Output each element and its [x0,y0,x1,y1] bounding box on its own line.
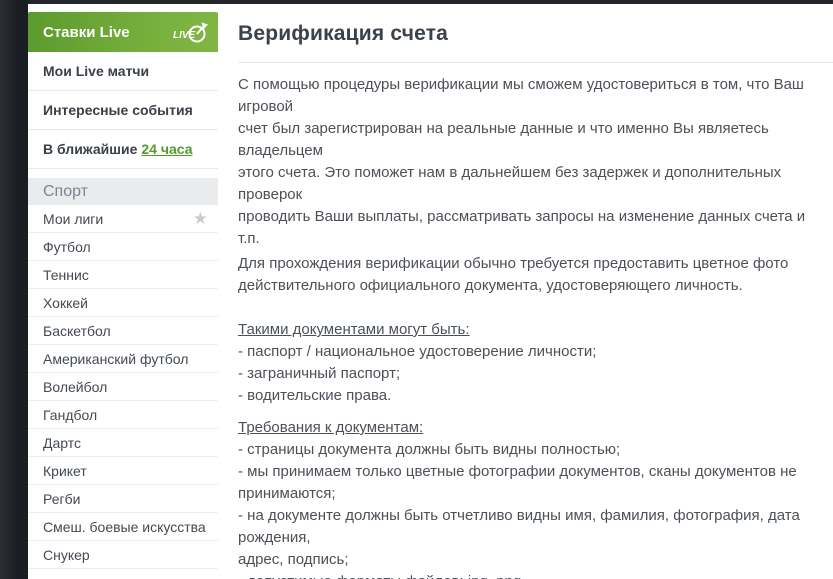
left-dark-rail [0,0,28,579]
page: Ставки Live LIVE Мои Live матчи Интересн… [0,0,833,579]
sidebar-item-label: Волейбол [43,378,108,395]
live-bets-label: Ставки Live [43,23,130,41]
sidebar-item-label: Футбол [43,238,91,255]
sidebar-item-sport[interactable]: Волейбол [28,373,218,401]
upcoming-24h-link[interactable]: 24 часа [141,141,192,157]
sidebar-item-label: Мои лиги [43,210,104,227]
sidebar-item-label: Снукер [43,546,90,563]
sidebar-item-sport[interactable]: Баскетбол [28,317,218,345]
sidebar-item-sport[interactable]: Крикет [28,457,218,485]
main-content: Верификация счета С помощью процедуры ве… [238,4,833,579]
requirements-list: - страницы документа должны быть видны п… [238,441,800,579]
sidebar-item-my-live-matches[interactable]: Мои Live матчи [28,52,218,91]
favorites-star-icon[interactable]: ★ [193,210,208,227]
sidebar-item-upcoming-24h[interactable]: В ближайшие 24 часа [28,130,218,169]
sidebar-item-label: Гандбол [43,406,98,423]
svg-text:LIVE: LIVE [173,30,196,41]
sidebar-item-label: Интересные события [43,102,193,118]
sidebar-item-sport[interactable]: Смеш. боевые искусства [28,513,218,541]
sidebar-item-sport[interactable]: Хоккей [28,289,218,317]
sidebar-item-label: Хоккей [43,294,88,311]
page-title: Верификация счета [238,22,449,45]
upcoming-prefix: В ближайшие [43,141,138,157]
photo-requirement-paragraph: Для прохождения верификации обычно требу… [238,255,789,294]
sidebar-item-sport[interactable]: Снукер [28,541,218,569]
sidebar-item-label: Мои Live матчи [43,63,150,79]
title-divider [238,62,833,63]
sidebar-item-live-bets[interactable]: Ставки Live LIVE [28,12,218,52]
sidebar-item-label: Баскетбол [43,322,111,339]
sidebar-item-label: Теннис [43,266,89,283]
sidebar-item-my-leagues[interactable]: Мои лиги ★ [28,205,218,233]
sidebar-item-sport[interactable]: Гандбол [28,401,218,429]
sidebar-item-sport[interactable]: Теннис [28,261,218,289]
sidebar-item-label: Американский футбол [43,350,189,367]
live-stopwatch-icon: LIVE [172,19,208,45]
sidebar-item-sport[interactable]: Дартс [28,429,218,457]
sidebar: Ставки Live LIVE Мои Live матчи Интересн… [28,4,218,569]
sidebar-item-sport[interactable]: Американский футбол [28,345,218,373]
sidebar-section-sport: Спорт [28,178,218,205]
sidebar-item-sport[interactable]: Регби [28,485,218,513]
documents-list: - паспорт / национальное удостоверение л… [238,343,597,404]
sidebar-item-label: Регби [43,490,81,507]
requirements-heading: Требования к документам: [238,419,424,436]
documents-heading: Такими документами могут быть: [238,321,470,338]
sidebar-item-label: Дартс [43,434,82,451]
sidebar-item-label: Крикет [43,462,87,479]
sidebar-item-label: Смеш. боевые искусства [43,518,206,535]
sidebar-item-sport[interactable]: Футбол [28,233,218,261]
sidebar-item-interesting-events[interactable]: Интересные события [28,91,218,130]
intro-paragraph: С помощью процедуры верификации мы сможе… [238,76,806,247]
sidebar-gap [28,169,218,178]
